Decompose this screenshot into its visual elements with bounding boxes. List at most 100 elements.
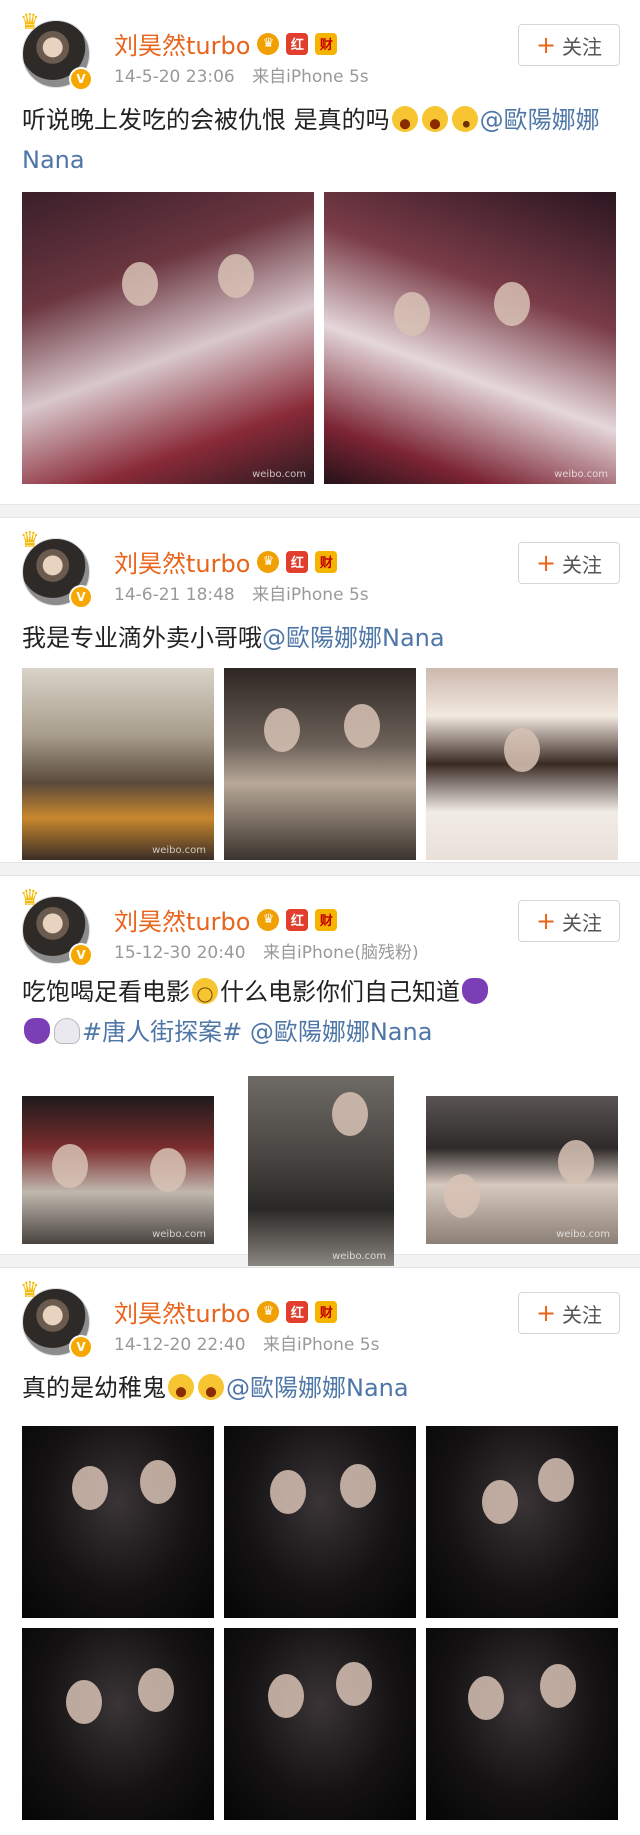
post-source: 来自iPhone 5s	[262, 1335, 380, 1355]
follow-button[interactable]: + 关注	[518, 24, 620, 66]
weibo-feed: ♛ V 刘昊然turbo ♛ 红 财 14-5-20 23:06 来自iPhon…	[0, 0, 640, 1829]
cai-icon[interactable]: 财	[315, 908, 338, 931]
post-text-body: 真的是幼稚鬼	[22, 1374, 166, 1402]
photo-watermark: weibo.com	[252, 469, 306, 480]
post-photo[interactable]: weibo.com	[324, 192, 616, 484]
post-text-body: 我是专业滴外卖小哥哦	[22, 624, 262, 652]
username[interactable]: 刘昊然turbo	[114, 26, 250, 61]
hashtag-link[interactable]: #唐人街探案#	[82, 1018, 242, 1046]
weibo-post: ♛ V 刘昊然turbo ♛ 红 财 14-5-20 23:06 来自iPhon…	[0, 0, 640, 504]
post-text-middle: 什么电影你们自己知道	[220, 978, 460, 1006]
post-photo[interactable]: weibo.com	[426, 1096, 618, 1244]
post-photo[interactable]	[22, 1426, 214, 1618]
vip-icon[interactable]: ♛	[257, 550, 280, 573]
photo-watermark: weibo.com	[554, 469, 608, 480]
username[interactable]: 刘昊然turbo	[114, 1294, 250, 1329]
red-envelope-icon[interactable]: 红	[286, 32, 309, 55]
post-photo[interactable]: weibo.com	[22, 192, 314, 484]
post-text: 听说晚上发吃的会被仇恨 是真的吗 @歐陽娜娜Nana	[22, 100, 616, 180]
ghost-emoji-icon	[54, 1018, 80, 1044]
red-envelope-icon[interactable]: 红	[286, 1300, 309, 1323]
name-row: 刘昊然turbo ♛ 红 财	[114, 1294, 338, 1329]
post-source: 来自iPhone 5s	[252, 67, 369, 87]
crown-icon: ♛	[20, 10, 40, 35]
post-photo[interactable]: weibo.com	[22, 668, 214, 860]
post-meta: 14-12-20 22:40 来自iPhone 5s	[114, 1330, 379, 1355]
weibo-post: ♛ V 刘昊然turbo ♛ 红 财 15-12-30 20:40 来自iPho…	[0, 876, 640, 1266]
post-text-body: 吃饱喝足看电影	[22, 978, 190, 1006]
post-divider	[0, 504, 640, 518]
post-text: 吃饱喝足看电影 什么电影你们自己知道 #唐人街探案# @歐陽娜娜Nana	[22, 972, 616, 1052]
post-meta: 15-12-30 20:40 来自iPhone(脑残粉)	[114, 938, 419, 963]
red-envelope-icon[interactable]: 红	[286, 908, 309, 931]
crown-icon: ♛	[20, 528, 40, 553]
mention-link[interactable]: @歐陽娜娜Nana	[250, 1018, 433, 1046]
photo-watermark: weibo.com	[152, 1229, 206, 1240]
post-time: 14-6-21 18:48	[114, 585, 235, 605]
follow-button[interactable]: + 关注	[518, 900, 620, 942]
smile-emoji-icon	[192, 978, 218, 1004]
weibo-post: ♛ V 刘昊然turbo ♛ 红 财 14-12-20 22:40 来自iPho…	[0, 1268, 640, 1829]
devil-emoji-icon	[24, 1018, 50, 1044]
photo-watermark: weibo.com	[152, 845, 206, 856]
follow-label: 关注	[562, 34, 603, 59]
verified-icon: V	[69, 585, 93, 609]
username[interactable]: 刘昊然turbo	[114, 544, 250, 579]
red-envelope-icon[interactable]: 红	[286, 550, 309, 573]
mention-link[interactable]: @歐陽娜娜Nana	[262, 624, 445, 652]
laugh-emoji-icon	[198, 1374, 224, 1400]
laugh-emoji-icon	[168, 1374, 194, 1400]
avatar[interactable]: ♛ V	[20, 888, 93, 967]
plus-icon: +	[535, 1299, 557, 1327]
follow-label: 关注	[562, 910, 603, 935]
post-text-body: 听说晚上发吃的会被仇恨 是真的吗	[22, 106, 390, 134]
post-photo[interactable]	[22, 1628, 214, 1820]
verified-icon: V	[69, 1335, 93, 1359]
post-text: 真的是幼稚鬼 @歐陽娜娜Nana	[22, 1368, 616, 1408]
post-photo[interactable]	[426, 668, 618, 860]
avatar[interactable]: ♛ V	[20, 12, 93, 91]
follow-button[interactable]: + 关注	[518, 1292, 620, 1334]
crown-icon: ♛	[20, 1278, 40, 1303]
post-source: 来自iPhone(脑残粉)	[262, 943, 419, 963]
post-photo[interactable]	[224, 1426, 416, 1618]
post-text: 我是专业滴外卖小哥哦@歐陽娜娜Nana	[22, 618, 616, 658]
follow-button[interactable]: + 关注	[518, 542, 620, 584]
post-meta: 14-5-20 23:06 来自iPhone 5s	[114, 62, 369, 87]
cai-icon[interactable]: 财	[315, 1300, 338, 1323]
post-photo[interactable]: weibo.com	[248, 1076, 394, 1266]
post-source: 来自iPhone 5s	[252, 585, 369, 605]
follow-label: 关注	[562, 1302, 603, 1327]
post-photo[interactable]	[426, 1426, 618, 1618]
vip-icon[interactable]: ♛	[257, 32, 280, 55]
follow-label: 关注	[562, 552, 603, 577]
post-time: 14-5-20 23:06	[114, 67, 235, 87]
photo-watermark: weibo.com	[332, 1251, 386, 1262]
name-row: 刘昊然turbo ♛ 红 财	[114, 26, 338, 61]
vip-icon[interactable]: ♛	[257, 1300, 280, 1323]
plus-icon: +	[535, 31, 557, 59]
post-photo[interactable]	[224, 668, 416, 860]
verified-icon: V	[69, 67, 93, 91]
weibo-post: ♛ V 刘昊然turbo ♛ 红 财 14-6-21 18:48 来自iPhon…	[0, 518, 640, 862]
post-time: 15-12-30 20:40	[114, 943, 246, 963]
post-photo[interactable]	[224, 1628, 416, 1820]
name-row: 刘昊然turbo ♛ 红 财	[114, 544, 338, 579]
cai-icon[interactable]: 财	[315, 550, 338, 573]
laugh-emoji-icon	[391, 106, 418, 132]
post-photo[interactable]: weibo.com	[22, 1096, 214, 1244]
mention-link[interactable]: @歐陽娜娜Nana	[226, 1374, 409, 1402]
post-time: 14-12-20 22:40	[114, 1335, 246, 1355]
crown-icon: ♛	[20, 886, 40, 911]
photo-watermark: weibo.com	[556, 1229, 610, 1240]
vip-icon[interactable]: ♛	[257, 908, 280, 931]
avatar[interactable]: ♛ V	[20, 530, 93, 609]
plus-icon: +	[535, 907, 557, 935]
post-photo[interactable]	[426, 1628, 618, 1820]
avatar[interactable]: ♛ V	[20, 1280, 93, 1359]
laugh-emoji-icon	[421, 106, 448, 132]
devil-emoji-icon	[462, 978, 488, 1004]
username[interactable]: 刘昊然turbo	[114, 902, 250, 937]
name-row: 刘昊然turbo ♛ 红 财	[114, 902, 338, 937]
cai-icon[interactable]: 财	[315, 32, 338, 55]
